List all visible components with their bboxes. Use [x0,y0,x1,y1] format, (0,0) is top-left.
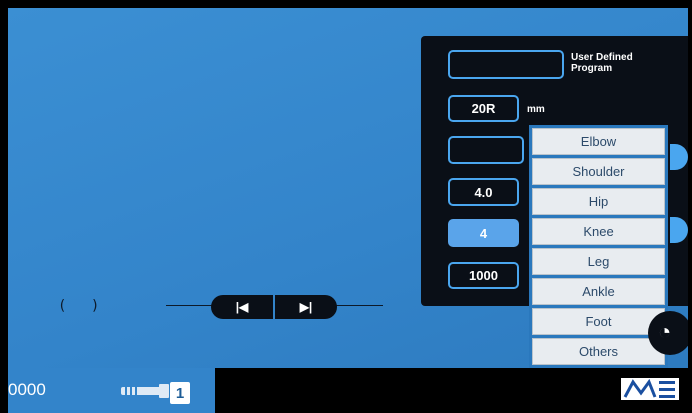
position-brackets: ( ) [58,298,108,314]
setting-field-3[interactable] [448,136,524,164]
counter-readout: 0000 [8,380,46,399]
dropdown-item-foot[interactable]: Foot [532,308,665,335]
setting-field-6[interactable]: 1000 [448,262,519,289]
handpiece-icon [121,384,169,398]
track-line-left [166,305,216,306]
setting-field-4[interactable]: 4.0 [448,178,519,206]
setting-field-5[interactable]: 4 [448,219,519,247]
dropdown-item-elbow[interactable]: Elbow [532,128,665,155]
dropdown-item-leg[interactable]: Leg [532,248,665,275]
dropdown-item-shoulder[interactable]: Shoulder [532,158,665,185]
logo-icon [621,378,679,400]
skip-next-icon: ▶| [299,300,313,314]
field-5-knob[interactable] [670,217,688,243]
skip-previous-icon: |◀ [235,300,249,314]
bottom-bar: 0000 1 [8,368,688,413]
previous-button[interactable]: |◀ [211,295,273,319]
screen: ( ) |◀ ▶| User Defined Program 20R mm 4.… [8,8,688,413]
power-icon: ◔ [658,319,672,344]
track-line-right [333,305,383,306]
program-label: User Defined Program [571,52,633,74]
power-button[interactable]: ◔ [648,311,688,355]
dropdown-item-ankle[interactable]: Ankle [532,278,665,305]
counter-box: 0000 1 [8,368,215,413]
diameter-field[interactable]: 20R [448,95,519,122]
dropdown-item-knee[interactable]: Knee [532,218,665,245]
dropdown-item-others[interactable]: Others [532,338,665,365]
field-3-knob[interactable] [670,144,688,170]
program-field[interactable] [448,50,564,79]
playback-control: |◀ ▶| [211,295,337,319]
diameter-unit: mm [527,104,545,115]
body-part-dropdown: Elbow Shoulder Hip Knee Leg Ankle Foot O… [529,125,668,375]
next-button[interactable]: ▶| [275,295,337,319]
tool-number-badge: 1 [170,382,190,404]
dropdown-item-hip[interactable]: Hip [532,188,665,215]
